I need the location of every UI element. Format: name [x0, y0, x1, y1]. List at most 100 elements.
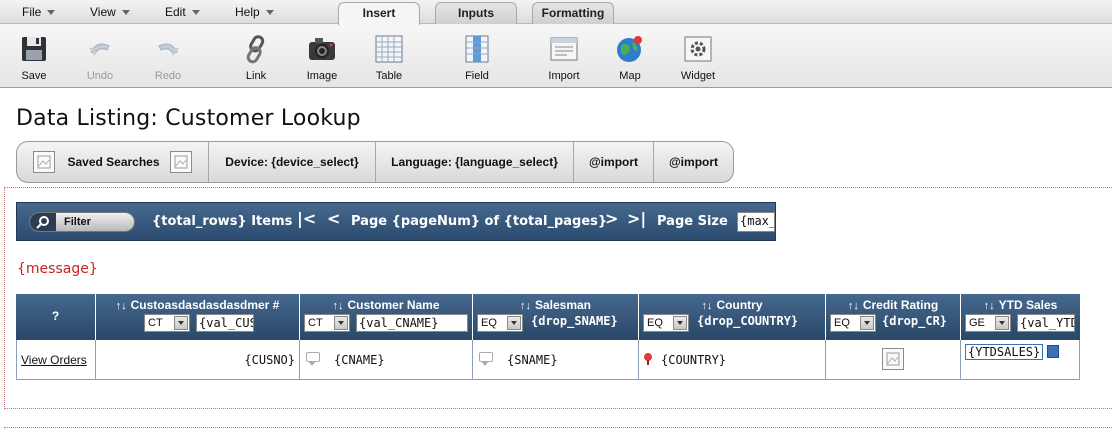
header-country: ↑↓ Country EQ {drop_COUNTRY}: [639, 294, 826, 340]
sname-cell: {SNAME}: [473, 340, 639, 380]
widget-button[interactable]: Widget: [668, 34, 728, 86]
view-orders-link[interactable]: View Orders: [21, 353, 87, 367]
chevron-down-icon: [507, 316, 521, 330]
redo-button[interactable]: Redo: [138, 34, 198, 86]
menu-file[interactable]: File: [22, 5, 56, 19]
ytdsales-field[interactable]: {YTDSALES}: [965, 344, 1044, 360]
device-select[interactable]: Device: {device_select}: [209, 142, 376, 182]
credit-rating-dropdown[interactable]: {drop_CR}: [882, 314, 947, 328]
speech-bubble-icon: [306, 352, 320, 366]
image-placeholder-icon: [33, 151, 56, 173]
prev-page-icon[interactable]: <: [327, 209, 340, 228]
last-page-icon[interactable]: >|: [627, 209, 646, 228]
save-button[interactable]: Save: [4, 34, 64, 86]
image-placeholder-icon: [882, 348, 904, 370]
message-text: {message}: [17, 261, 98, 277]
country-dropdown[interactable]: {drop_COUNTRY}: [697, 314, 798, 328]
country-cell: {COUNTRY}: [639, 340, 826, 380]
customer-name-filter-input[interactable]: {val_CNAME}: [356, 314, 468, 332]
ytd-sales-cell: {YTDSALES}: [961, 340, 1080, 380]
credit-rating-cell: [826, 340, 961, 380]
header-ytd-sales: ↑↓ YTD Sales GE {val_YTD: [961, 294, 1080, 340]
tab-insert[interactable]: Insert: [338, 2, 420, 25]
header-customer-name: ↑↓ Customer Name CT {val_CNAME}: [300, 294, 473, 340]
header-help: ?: [16, 294, 96, 340]
image-placeholder-icon: [169, 151, 192, 173]
salesman-dropdown[interactable]: {drop_SNAME}: [531, 314, 618, 328]
cusno-cell: {CUSNO}: [96, 340, 300, 380]
table-grid-icon: [374, 34, 404, 64]
chevron-down-icon: [174, 316, 188, 330]
header-customer-number: ↑↓ Custoasdasdasdasdmer # CT {val_CUS: [96, 294, 300, 340]
field-button[interactable]: Field: [447, 34, 507, 86]
customer-name-operator[interactable]: CT: [304, 314, 350, 332]
speech-bubble-icon: [479, 352, 493, 366]
chain-link-icon: [241, 34, 271, 64]
undo-arrow-icon: [85, 34, 115, 64]
header-salesman: ↑↓ Salesman EQ {drop_SNAME}: [473, 294, 639, 340]
view-orders-cell: View Orders: [16, 340, 96, 380]
chevron-down-icon: [121, 9, 130, 15]
first-page-icon[interactable]: |<: [297, 209, 316, 228]
customer-number-filter-input[interactable]: {val_CUS: [196, 314, 254, 332]
header-credit-rating: ↑↓ Credit Rating EQ {drop_CR}: [826, 294, 961, 340]
import-button[interactable]: Import: [534, 34, 594, 86]
menubar: File View Edit Help Insert Inputs Format…: [0, 0, 1112, 25]
import-segment-1[interactable]: @import: [574, 142, 654, 182]
sort-arrows-icon[interactable]: ↑↓: [702, 300, 713, 312]
menu-view[interactable]: View: [90, 5, 130, 19]
filter-button[interactable]: Filter: [29, 212, 135, 232]
ribbon-toolbar: Save Undo Redo Link Image Table Field Im…: [0, 24, 1112, 88]
tab-inputs[interactable]: Inputs: [435, 2, 517, 24]
total-items-label: {total_rows} Items: [152, 214, 293, 229]
page-size-label: Page Size: [657, 214, 728, 229]
cname-cell: {CNAME}: [300, 340, 473, 380]
page-indicator: Page {pageNum} of {total_pages}: [351, 214, 608, 229]
saved-searches-segment[interactable]: Saved Searches: [17, 142, 209, 182]
sort-arrows-icon[interactable]: ↑↓: [520, 300, 531, 312]
redo-arrow-icon: [153, 34, 183, 64]
chevron-down-icon: [47, 9, 56, 15]
chevron-down-icon: [995, 316, 1009, 330]
link-button[interactable]: Link: [226, 34, 286, 86]
menu-help[interactable]: Help: [235, 5, 274, 19]
sort-arrows-icon[interactable]: ↑↓: [848, 300, 859, 312]
field-column-icon: [462, 34, 492, 64]
sort-arrows-icon[interactable]: ↑↓: [116, 300, 127, 312]
customer-number-operator[interactable]: CT: [144, 314, 190, 332]
next-page-icon[interactable]: >: [605, 209, 618, 228]
tab-formatting[interactable]: Formatting: [532, 2, 614, 24]
ytd-sales-filter-input[interactable]: {val_YTD: [1017, 314, 1075, 332]
sort-arrows-icon[interactable]: ↑↓: [332, 300, 343, 312]
floppy-disk-icon: [19, 34, 49, 64]
chevron-down-icon: [191, 9, 200, 15]
divider: [4, 427, 1112, 428]
chevron-down-icon: [673, 316, 687, 330]
field-handle-icon[interactable]: [1047, 345, 1059, 358]
camera-icon: [307, 34, 337, 64]
gear-icon: [683, 34, 713, 64]
globe-icon: [615, 34, 645, 64]
credit-rating-operator[interactable]: EQ: [830, 314, 876, 332]
magnifier-icon: [30, 213, 56, 231]
page-size-input[interactable]: {max_: [737, 212, 775, 232]
page-title: Data Listing: Customer Lookup: [16, 106, 361, 131]
ytd-sales-operator[interactable]: GE: [965, 314, 1011, 332]
undo-button[interactable]: Undo: [70, 34, 130, 86]
import-window-icon: [549, 34, 579, 64]
country-operator[interactable]: EQ: [643, 314, 689, 332]
saved-search-toolbar: Saved Searches Device: {device_select} L…: [16, 141, 734, 183]
pager-bar: Filter {total_rows} Items |< < Page {pag…: [16, 202, 776, 241]
language-select[interactable]: Language: {language_select}: [376, 142, 574, 182]
chevron-down-icon: [860, 316, 874, 330]
chevron-down-icon: [265, 9, 274, 15]
salesman-operator[interactable]: EQ: [477, 314, 523, 332]
menu-edit[interactable]: Edit: [165, 5, 200, 19]
saved-searches-label: Saved Searches: [67, 155, 160, 169]
import-segment-2[interactable]: @import: [654, 142, 733, 182]
map-pin-icon: [644, 353, 652, 365]
image-button[interactable]: Image: [292, 34, 352, 86]
map-button[interactable]: Map: [600, 34, 660, 86]
table-button[interactable]: Table: [359, 34, 419, 86]
sort-arrows-icon[interactable]: ↑↓: [984, 300, 995, 312]
